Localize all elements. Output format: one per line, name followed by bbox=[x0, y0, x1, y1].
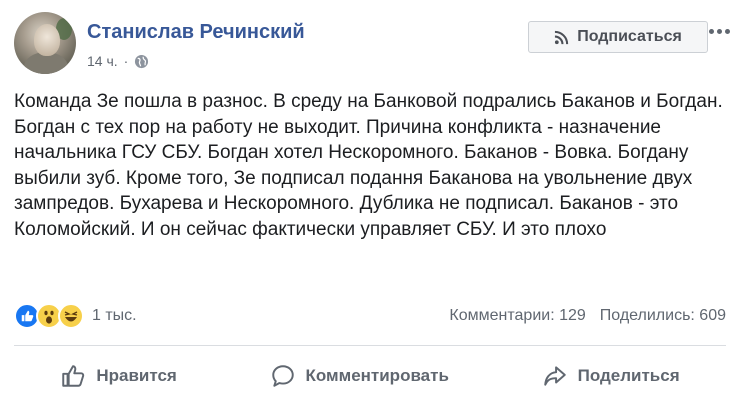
action-bar: Нравится Комментировать Поделиться bbox=[14, 356, 726, 396]
post-header: Станислав Речинский 14 ч. · Подписаться bbox=[14, 12, 730, 74]
rss-icon bbox=[555, 30, 569, 44]
avatar-face bbox=[34, 24, 60, 56]
share-label: Поделиться bbox=[577, 366, 680, 385]
thumbs-up-icon bbox=[62, 365, 85, 387]
follow-label: Подписаться bbox=[577, 28, 682, 45]
author-name[interactable]: Станислав Речинский bbox=[87, 21, 305, 44]
post-stats: 1 тыс. Комментарии: 129 Поделились: 609 bbox=[14, 303, 726, 333]
share-button[interactable]: Поделиться bbox=[528, 357, 694, 395]
meta-separator: · bbox=[123, 53, 129, 69]
comment-count[interactable]: Комментарии: 129 bbox=[449, 307, 585, 325]
comment-icon bbox=[271, 365, 294, 387]
divider bbox=[14, 345, 726, 346]
globe-icon[interactable] bbox=[134, 54, 149, 69]
comment-button[interactable]: Комментировать bbox=[256, 357, 463, 395]
comment-label: Комментировать bbox=[305, 366, 449, 385]
like-button[interactable]: Нравится bbox=[46, 357, 191, 395]
like-label: Нравится bbox=[96, 366, 177, 385]
reactions-summary[interactable]: 1 тыс. bbox=[14, 303, 137, 329]
more-dots-icon[interactable] bbox=[704, 18, 734, 44]
follow-button[interactable]: Подписаться bbox=[528, 21, 708, 53]
haha-reaction-icon bbox=[58, 303, 84, 329]
post-meta: 14 ч. · bbox=[87, 53, 149, 69]
author-avatar[interactable] bbox=[14, 12, 76, 74]
share-icon bbox=[543, 366, 566, 386]
share-count[interactable]: Поделились: 609 bbox=[600, 307, 726, 325]
post-text: Команда Зе пошла в разнос. В среду на Ба… bbox=[14, 91, 723, 240]
facebook-post: Станислав Речинский 14 ч. · Подписаться … bbox=[0, 0, 740, 407]
engagement-counts: Комментарии: 129 Поделились: 609 bbox=[449, 307, 726, 325]
reaction-count[interactable]: 1 тыс. bbox=[92, 307, 137, 325]
post-time[interactable]: 14 ч. bbox=[87, 53, 118, 69]
